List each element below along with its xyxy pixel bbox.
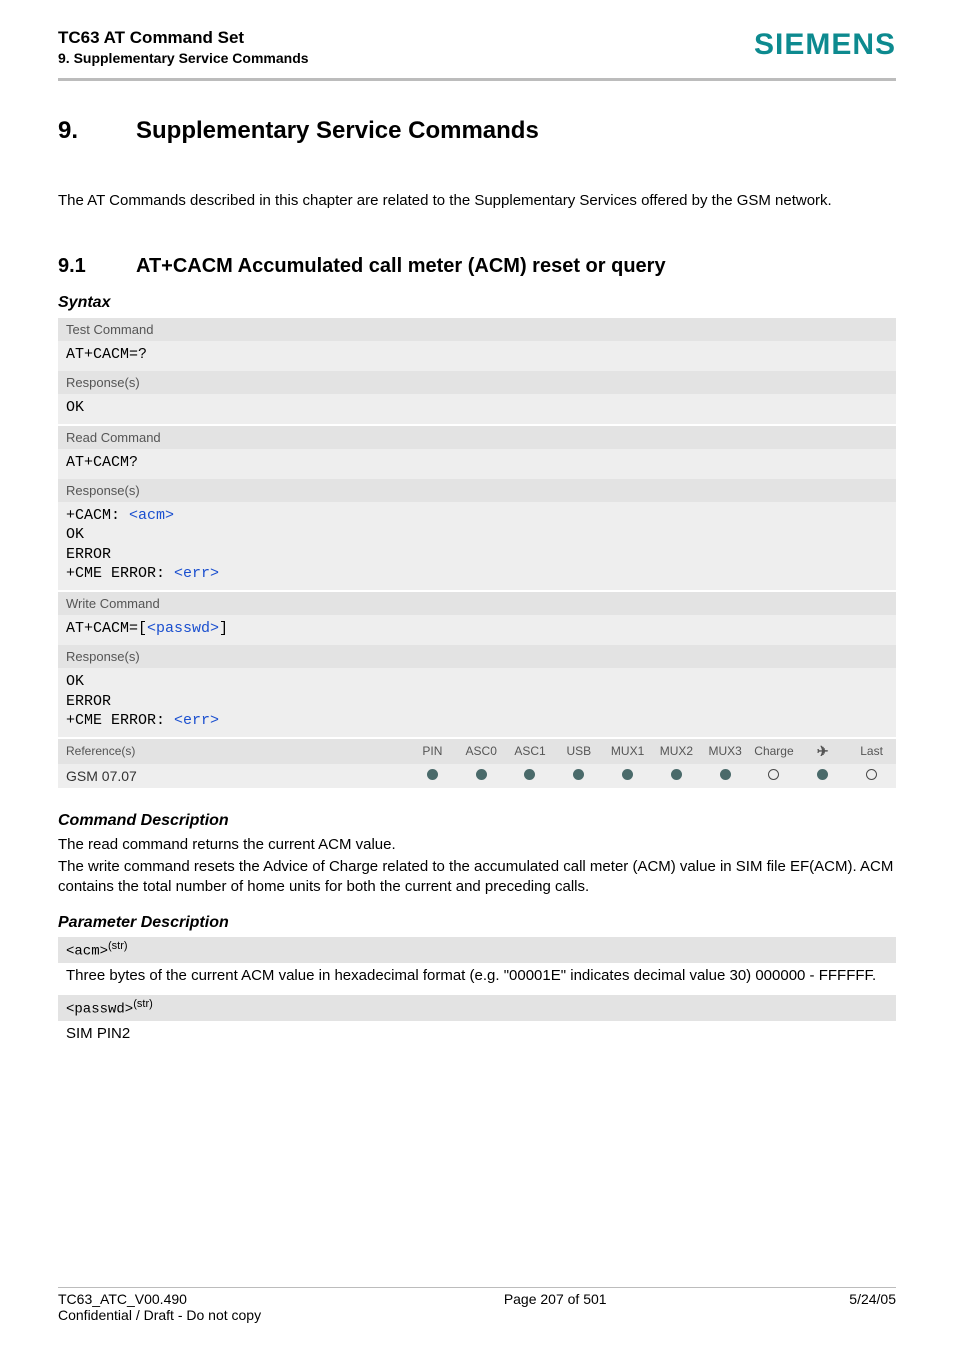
page-footer: TC63_ATC_V00.490 Confidential / Draft - … [58, 1287, 896, 1324]
write-command-text: AT+CACM=[<passwd>] [58, 615, 896, 645]
read-resp-line4a: +CME ERROR: [66, 565, 174, 582]
test-response-text: OK [58, 394, 896, 424]
chapter-number: 9. [58, 117, 136, 145]
reference-value: GSM 07.07 [58, 764, 408, 788]
dot-solid-icon [671, 769, 682, 780]
read-resp-line3: ERROR [66, 546, 111, 563]
header-left: TC63 AT Command Set 9. Supplementary Ser… [58, 28, 309, 66]
param-passwd-tag: <passwd>(str) [58, 995, 896, 1021]
param-acm-type: (str) [108, 940, 128, 952]
chapter-title: Supplementary Service Commands [136, 117, 539, 145]
err-param-link[interactable]: <err> [174, 712, 219, 729]
syntax-table: Test Command AT+CACM=? Response(s) OK Re… [58, 318, 896, 788]
passwd-param-link[interactable]: <passwd> [147, 620, 219, 637]
parameter-description-heading: Parameter Description [58, 914, 896, 932]
dot-solid-icon [476, 769, 487, 780]
command-description-heading: Command Description [58, 812, 896, 830]
dot-last [847, 765, 896, 787]
dot-asc1 [506, 765, 555, 787]
ref-col-asc1: ASC1 [506, 740, 555, 762]
dot-open-icon [866, 769, 877, 780]
write-response-text: OK ERROR +CME ERROR: <err> [58, 668, 896, 737]
read-response-label: Response(s) [58, 479, 896, 502]
dot-charge [750, 765, 799, 787]
write-command-label: Write Command [58, 592, 896, 615]
dot-mux3 [701, 765, 750, 787]
header-title: TC63 AT Command Set [58, 28, 309, 48]
dot-solid-icon [622, 769, 633, 780]
param-acm-name: <acm> [66, 944, 108, 960]
footer-row: TC63_ATC_V00.490 Confidential / Draft - … [58, 1291, 896, 1323]
dot-mux2 [652, 765, 701, 787]
reference-header-row: Reference(s) PIN ASC0 ASC1 USB MUX1 MUX2… [58, 739, 896, 764]
syntax-heading: Syntax [58, 294, 896, 312]
read-resp-prefix: +CACM: [66, 507, 129, 524]
footer-page-number: Page 207 of 501 [504, 1291, 607, 1323]
param-passwd-name: <passwd> [66, 1002, 133, 1018]
read-command-label: Read Command [58, 426, 896, 449]
footer-divider [58, 1287, 896, 1289]
test-command-label: Test Command [58, 318, 896, 341]
dot-mux1 [603, 765, 652, 787]
section-title: AT+CACM Accumulated call meter (ACM) res… [136, 255, 666, 278]
ref-col-asc0: ASC0 [457, 740, 506, 762]
ref-col-mux2: MUX2 [652, 740, 701, 762]
dot-open-icon [768, 769, 779, 780]
param-acm-tag: <acm>(str) [58, 937, 896, 963]
dot-asc0 [457, 765, 506, 787]
footer-confidential: Confidential / Draft - Do not copy [58, 1307, 261, 1323]
siemens-logo: SIEMENS [754, 28, 896, 62]
ref-col-charge: Charge [750, 740, 799, 762]
write-resp-line3a: +CME ERROR: [66, 712, 174, 729]
read-response-text: +CACM: <acm> OK ERROR +CME ERROR: <err> [58, 502, 896, 590]
dot-airplane [798, 765, 847, 787]
param-acm-body: Three bytes of the current ACM value in … [58, 963, 896, 996]
write-resp-line2: ERROR [66, 693, 111, 710]
footer-date: 5/24/05 [849, 1291, 896, 1323]
page-header: TC63 AT Command Set 9. Supplementary Ser… [58, 28, 896, 66]
dot-usb [554, 765, 603, 787]
err-param-link[interactable]: <err> [174, 565, 219, 582]
command-description-p1: The read command returns the current ACM… [58, 835, 896, 855]
read-resp-line2: OK [66, 526, 84, 543]
write-response-label: Response(s) [58, 645, 896, 668]
dot-pin [408, 765, 457, 787]
footer-doc-id: TC63_ATC_V00.490 [58, 1291, 261, 1307]
reference-label: Reference(s) [58, 739, 408, 764]
ref-col-mux1: MUX1 [603, 740, 652, 762]
param-passwd-body: SIM PIN2 [58, 1021, 896, 1054]
footer-left: TC63_ATC_V00.490 Confidential / Draft - … [58, 1291, 261, 1323]
write-cmd-suffix: ] [219, 620, 228, 637]
write-resp-line1: OK [66, 673, 84, 690]
dot-solid-icon [524, 769, 535, 780]
command-description-p2: The write command resets the Advice of C… [58, 857, 896, 896]
section-heading: 9.1 AT+CACM Accumulated call meter (ACM)… [58, 255, 896, 278]
dot-solid-icon [427, 769, 438, 780]
dot-solid-icon [573, 769, 584, 780]
intro-paragraph: The AT Commands described in this chapte… [58, 191, 896, 211]
section-number: 9.1 [58, 255, 136, 278]
header-subtitle: 9. Supplementary Service Commands [58, 50, 309, 66]
ref-col-usb: USB [554, 740, 603, 762]
ref-col-last: Last [847, 740, 896, 762]
reference-value-row: GSM 07.07 [58, 764, 896, 788]
chapter-heading: 9. Supplementary Service Commands [58, 117, 896, 145]
reference-dots [408, 764, 896, 788]
test-command-text: AT+CACM=? [58, 341, 896, 371]
acm-param-link[interactable]: <acm> [129, 507, 174, 524]
read-command-text: AT+CACM? [58, 449, 896, 479]
header-divider [58, 78, 896, 81]
ref-col-mux3: MUX3 [701, 740, 750, 762]
airplane-icon: ✈ [798, 739, 847, 764]
reference-columns: PIN ASC0 ASC1 USB MUX1 MUX2 MUX3 Charge … [408, 739, 896, 764]
ref-col-pin: PIN [408, 740, 457, 762]
param-passwd-type: (str) [133, 998, 153, 1010]
dot-solid-icon [817, 769, 828, 780]
dot-solid-icon [720, 769, 731, 780]
test-response-label: Response(s) [58, 371, 896, 394]
write-cmd-prefix: AT+CACM=[ [66, 620, 147, 637]
